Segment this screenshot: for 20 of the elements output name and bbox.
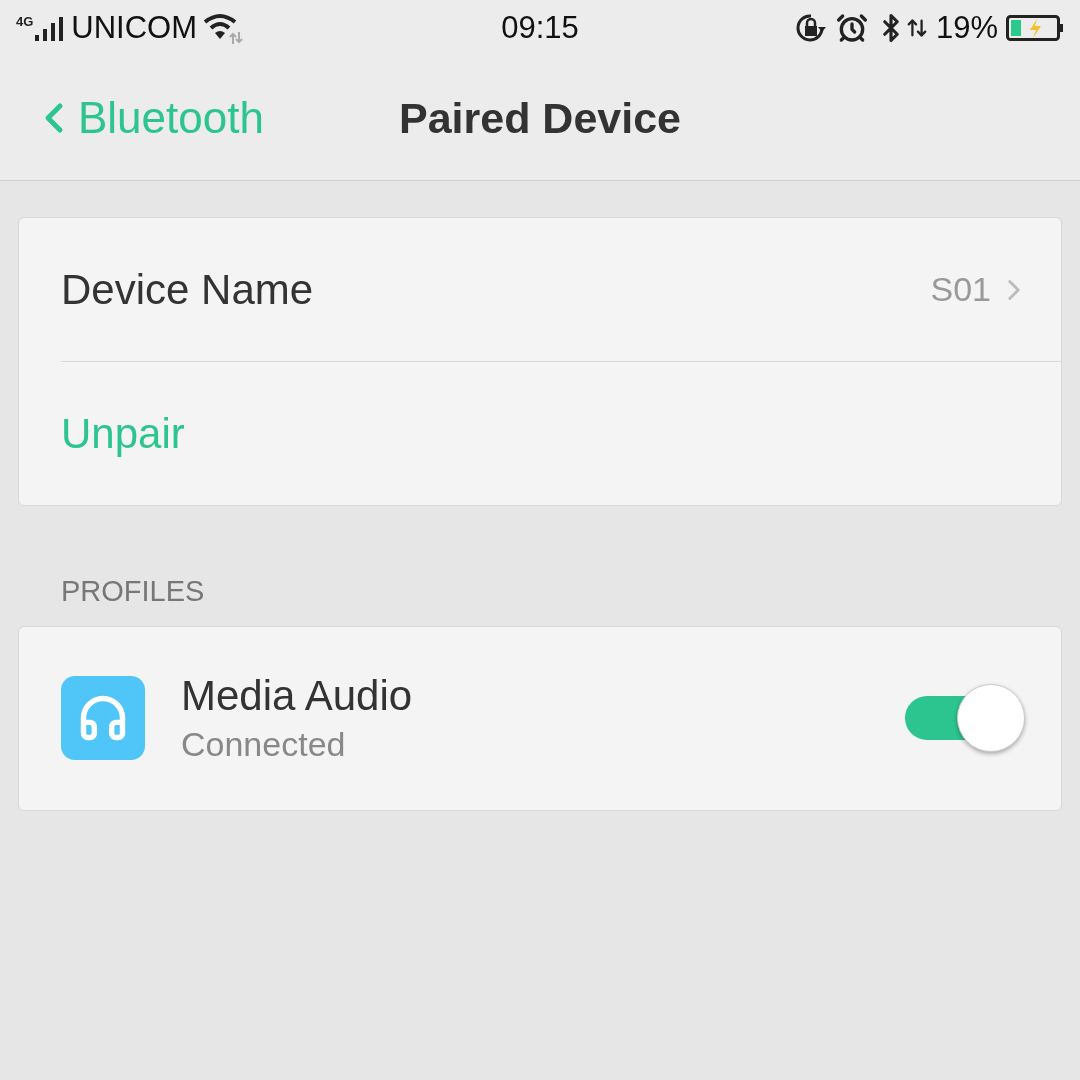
- profile-name: Media Audio: [181, 675, 414, 717]
- section-heading: PROFILES: [61, 574, 206, 609]
- carrier-name: UNICOM: [71, 8, 198, 47]
- battery-icon: [1006, 15, 1064, 41]
- battery-percent: 19%: [935, 8, 998, 47]
- back-button[interactable]: Bluetooth: [0, 85, 264, 151]
- page-title: Paired Device: [398, 92, 682, 144]
- toggle-switch[interactable]: [905, 683, 1025, 753]
- device-name-label: Device Name: [61, 265, 314, 315]
- wifi-icon: [203, 12, 244, 44]
- transfer-icon: [905, 17, 928, 39]
- profile-status: Connected: [181, 727, 347, 761]
- alarm-icon: [835, 12, 868, 44]
- network-type: 4G: [16, 15, 34, 28]
- clock-time: 09:15: [501, 8, 579, 47]
- device-name-value: S01: [930, 269, 991, 310]
- signal-icon: [35, 15, 66, 41]
- headphones-app-icon: [61, 676, 145, 760]
- unpair-button[interactable]: Unpair: [19, 362, 185, 505]
- device-name-row[interactable]: Device Name S01: [19, 218, 1061, 361]
